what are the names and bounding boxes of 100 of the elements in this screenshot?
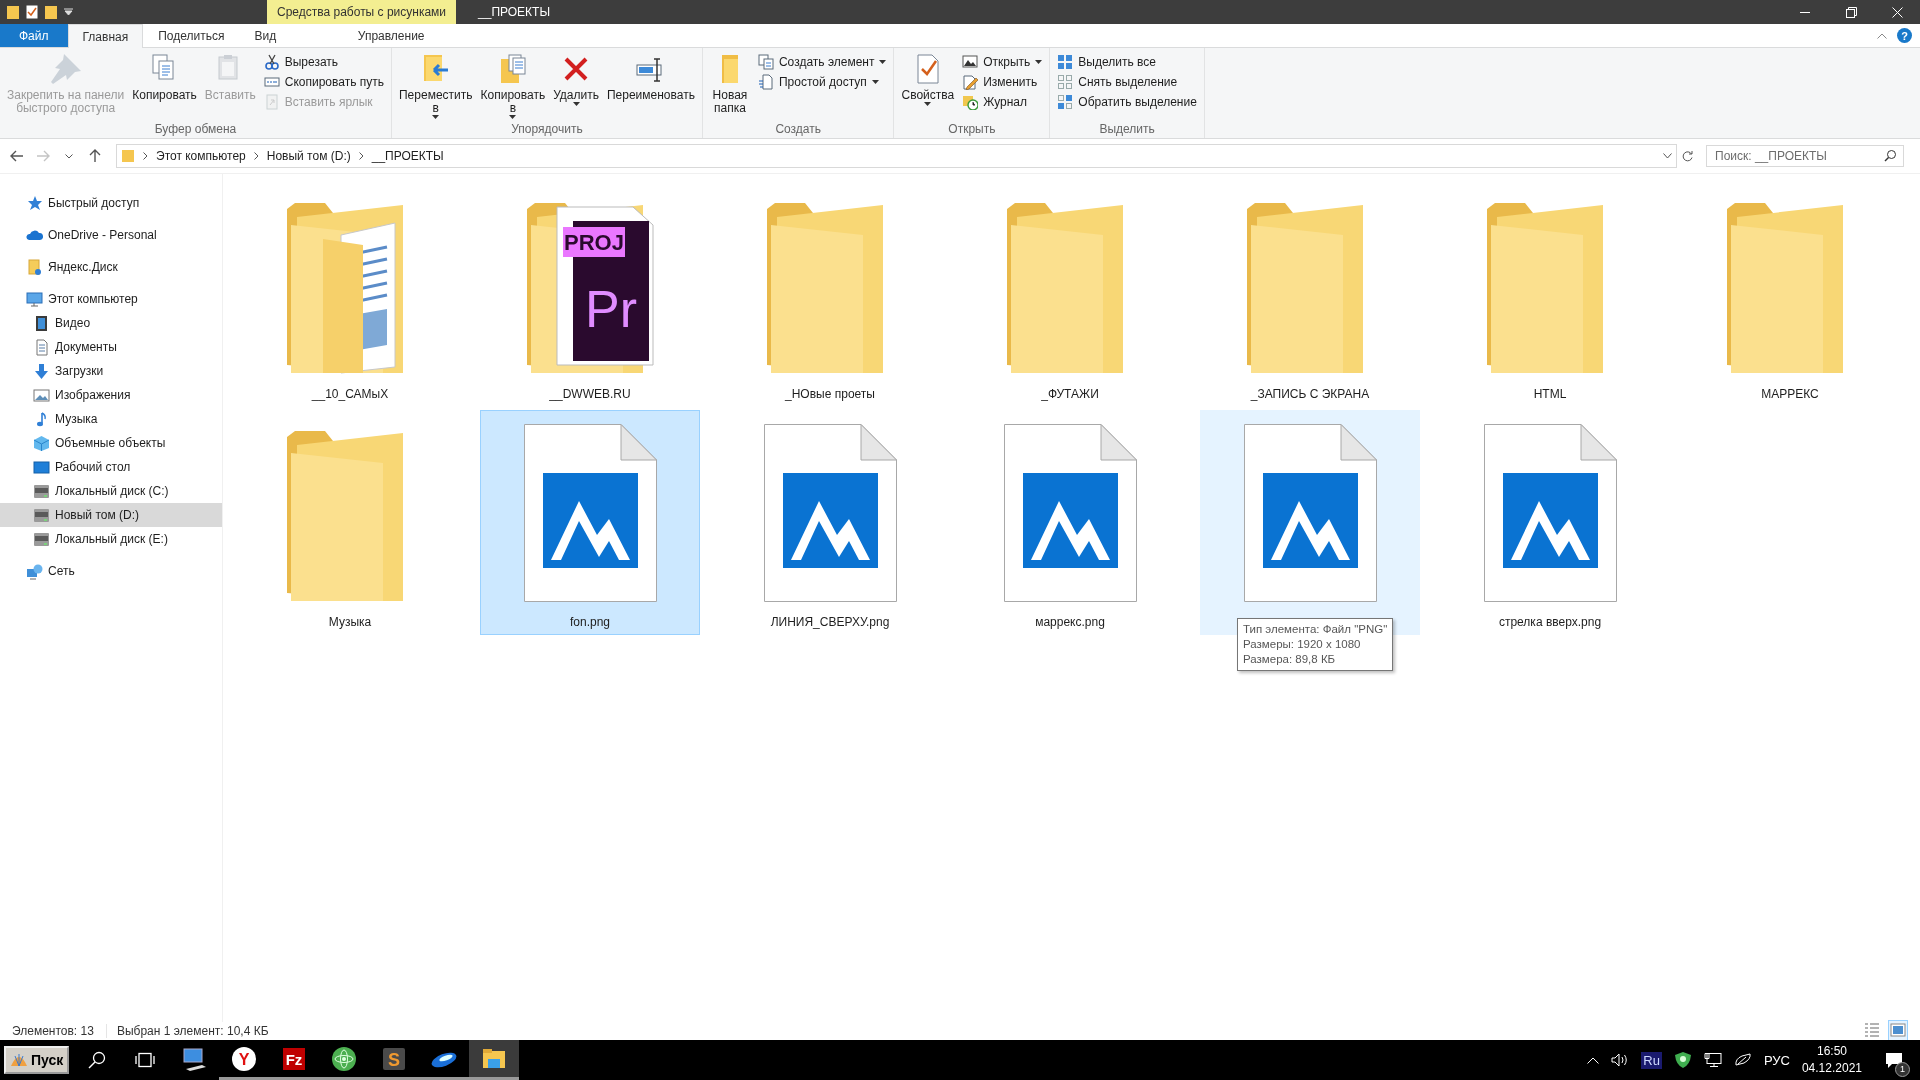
group-label: Открыть xyxy=(947,122,997,138)
cube-icon xyxy=(33,434,50,452)
browser-icon[interactable]: Y xyxy=(230,1044,259,1073)
ribbon-button[interactable]: Копировать в xyxy=(477,51,549,122)
file-item[interactable] xyxy=(1200,410,1420,635)
sidebar-item[interactable]: Рабочий стол xyxy=(0,455,222,479)
folder-item[interactable]: МАРРЕКС xyxy=(1680,182,1900,407)
ribbon-button[interactable]: Журнал xyxy=(959,93,1046,111)
input-language[interactable]: РУС xyxy=(1763,1052,1790,1068)
search-icon[interactable] xyxy=(88,1051,107,1069)
ribbon-button[interactable]: Выделить все xyxy=(1054,53,1200,71)
up-arrow-icon[interactable] xyxy=(89,149,101,163)
shield-icon[interactable] xyxy=(1673,1051,1692,1069)
address-bar[interactable]: Этот компьютер Новый том (D:) __ПРОЕКТЫ xyxy=(116,144,1677,168)
sidebar-item[interactable]: Музыка xyxy=(0,407,222,431)
folder-item[interactable]: _НОвые проеты xyxy=(720,182,940,407)
breadcrumb-item[interactable]: Новый том (D:) xyxy=(266,149,351,163)
ribbon-button[interactable]: Вырезать xyxy=(260,53,387,71)
sidebar-item[interactable]: Видео xyxy=(0,311,222,335)
folder-item[interactable]: _ФУТАЖИ xyxy=(960,182,1180,407)
ribbon-button[interactable]: Переместить в xyxy=(396,51,476,122)
clock[interactable]: 16:50 04.12.2021 xyxy=(1801,1043,1862,1077)
ribbon-tab[interactable]: Главная xyxy=(67,24,144,48)
pen-icon[interactable] xyxy=(1733,1053,1752,1067)
breadcrumb-item[interactable]: Этот компьютер xyxy=(156,149,246,163)
language-badge[interactable]: Ru xyxy=(1641,1051,1662,1069)
search-icon[interactable] xyxy=(1884,149,1897,162)
ribbon-button[interactable]: Снять выделение xyxy=(1054,73,1200,91)
sidebar-item[interactable]: Локальный диск (C:) xyxy=(0,479,222,503)
breadcrumb-item[interactable]: __ПРОЕКТЫ xyxy=(371,149,444,163)
ribbon-tab[interactable]: Файл xyxy=(0,24,68,47)
ribbon-button[interactable]: Открыть xyxy=(959,53,1046,71)
search-field[interactable]: Поиск: __ПРОЕКТЫ xyxy=(1706,145,1904,167)
chevron-down-icon[interactable] xyxy=(1663,153,1672,159)
ribbon-button[interactable]: Создать элемент xyxy=(754,53,890,71)
sidebar-item[interactable]: Новый том (D:) xyxy=(0,503,222,527)
restore-icon[interactable] xyxy=(1845,6,1857,18)
help-button[interactable]: ? xyxy=(1897,28,1912,43)
chevron-right-icon xyxy=(143,152,148,160)
sidebar-item[interactable]: Загрузки xyxy=(0,359,222,383)
sidebar-item[interactable]: Локальный диск (E:) xyxy=(0,527,222,551)
download-arrow-icon xyxy=(33,362,50,380)
ribbon-button[interactable]: Скопировать путь xyxy=(260,73,387,91)
close-icon[interactable] xyxy=(1891,6,1903,18)
atom-icon[interactable] xyxy=(330,1044,359,1073)
refresh-icon[interactable] xyxy=(1681,149,1694,163)
chevron-down-icon[interactable] xyxy=(65,153,73,159)
picture-icon xyxy=(962,54,979,70)
sidebar-item[interactable]: Быстрый доступ xyxy=(0,191,222,215)
folder-item[interactable]: _ЗАПИСЬ С ЭКРАНА xyxy=(1200,182,1420,407)
file-item[interactable]: fon.png xyxy=(480,410,700,635)
sidebar-item[interactable]: Документы xyxy=(0,335,222,359)
large-icons-view-icon[interactable] xyxy=(1890,1021,1906,1038)
ribbon-tab[interactable]: Вид xyxy=(239,24,292,47)
tooltip-line: Тип элемента: Файл "PNG" xyxy=(1243,622,1388,637)
file-item[interactable]: маррекс.png xyxy=(960,410,1180,635)
file-item[interactable]: ЛИНИЯ_СВЕРХУ.png xyxy=(720,410,940,635)
folder-item[interactable]: Музыка xyxy=(240,410,460,635)
grid-icon xyxy=(1057,94,1074,110)
computer-icon xyxy=(26,290,43,308)
ribbon-button[interactable]: Обратить выделение xyxy=(1054,93,1200,111)
ribbon-button[interactable]: Новая папка xyxy=(706,51,753,122)
network-icon[interactable] xyxy=(1703,1052,1722,1068)
item-count: Элементов: 13 xyxy=(12,1024,107,1038)
picture-icon xyxy=(33,386,50,404)
document-icon xyxy=(757,74,774,90)
ribbon-tab[interactable]: Поделиться xyxy=(143,24,240,47)
folder-icon[interactable] xyxy=(44,4,58,20)
folder-item[interactable]: PROJ Pr __DWWEB.RU xyxy=(480,182,700,407)
ribbon-button[interactable]: Свойства xyxy=(898,51,958,122)
ribbon-button[interactable]: Переименовать xyxy=(603,51,698,122)
folder-icon xyxy=(26,258,43,276)
ribbon-button[interactable]: Копировать xyxy=(129,51,200,122)
ribbon-button[interactable]: Изменить xyxy=(959,73,1046,91)
sidebar-item[interactable]: Этот компьютер xyxy=(0,287,222,311)
start-button[interactable]: Пуск xyxy=(4,1046,70,1074)
group-label: Создать xyxy=(774,122,822,138)
ribbon-button[interactable]: Простой доступ xyxy=(754,73,890,91)
image-file-icon xyxy=(1242,423,1378,603)
folder-icon[interactable] xyxy=(6,4,20,20)
sidebar-item[interactable]: Яндекс.Диск xyxy=(0,255,222,279)
clock-date: 04.12.2021 xyxy=(1801,1060,1862,1077)
grid-icon xyxy=(1057,74,1074,90)
back-arrow-icon[interactable] xyxy=(10,150,24,162)
sidebar-item[interactable]: Объемные объекты xyxy=(0,431,222,455)
ribbon-button[interactable]: Удалить xyxy=(550,51,602,122)
desktop-icon xyxy=(33,458,50,476)
folder-item[interactable]: HTML xyxy=(1440,182,1660,407)
caret-icon[interactable] xyxy=(64,8,73,16)
sidebar-item[interactable]: Сеть xyxy=(0,559,222,583)
shell-icon xyxy=(10,1052,28,1068)
sidebar-item[interactable]: OneDrive - Personal xyxy=(0,223,222,247)
speaker-icon[interactable] xyxy=(1611,1053,1630,1067)
checklist-icon[interactable] xyxy=(26,5,38,19)
folder-item[interactable]: __10_САМыХ xyxy=(240,182,460,407)
file-item[interactable]: стрелка вверх.png xyxy=(1440,410,1660,635)
window-title: __ПРОЕКТЫ xyxy=(477,4,552,21)
task-view-icon[interactable] xyxy=(135,1052,156,1068)
sidebar-item[interactable]: Изображения xyxy=(0,383,222,407)
ribbon-tab[interactable]: Управление xyxy=(291,24,492,47)
